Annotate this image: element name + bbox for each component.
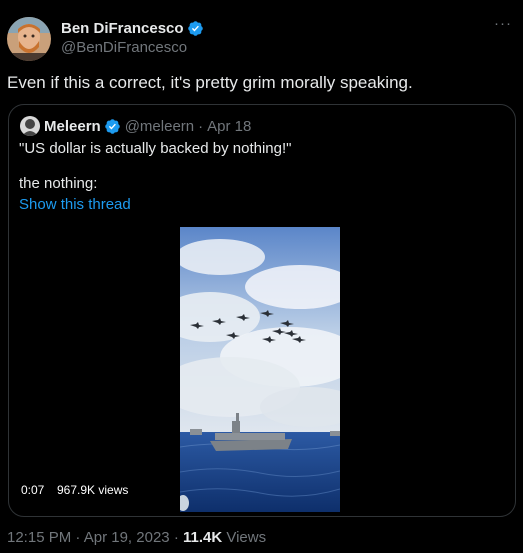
author-avatar[interactable] [7,17,51,61]
footer-separator: · [173,529,179,546]
tweet-footer: 12:15 PM · Apr 19, 2023 · 11.4K Views [7,529,266,546]
verified-badge-icon [104,118,120,134]
verified-badge-icon [187,21,203,36]
video-player[interactable] [180,227,340,512]
tweet-time[interactable]: 12:15 PM [7,529,71,546]
author-name-text[interactable]: Ben DiFrancesco [61,20,184,37]
tweet-text: Even if this a correct, it's pretty grim… [7,73,413,92]
author-handle[interactable]: @BenDiFrancesco [61,39,187,56]
quoted-separator: · [198,117,204,135]
views-label: Views [226,529,267,546]
quoted-author-handle: @meleern [124,117,195,135]
footer-separator: · [75,529,81,546]
video-views: 967.9K views [57,483,129,497]
quoted-author-name: Meleern [44,117,101,135]
quoted-date: Apr 18 [207,117,252,135]
video-time: 0:07 [21,483,45,497]
views-count: 11.4K [182,529,223,546]
quoted-text-line1: "US dollar is actually backed by nothing… [19,140,292,157]
quoted-author-avatar [20,116,40,136]
show-thread-link[interactable]: Show this thread [19,196,131,213]
quoted-text-line2: the nothing: [19,175,98,192]
tweet-date[interactable]: Apr 19, 2023 [84,529,170,546]
tweet-header: Ben DiFrancesco @BenDiFrancesco ··· [0,0,523,70]
quoted-tweet[interactable]: Meleern @meleern · Apr 18 "US dollar is … [8,104,516,517]
more-options-icon[interactable]: ··· [493,16,513,37]
video-frame [180,227,340,512]
author-name[interactable]: Ben DiFrancesco [61,20,204,37]
quoted-tweet-header: Meleern @meleern · Apr 18 [20,116,251,136]
